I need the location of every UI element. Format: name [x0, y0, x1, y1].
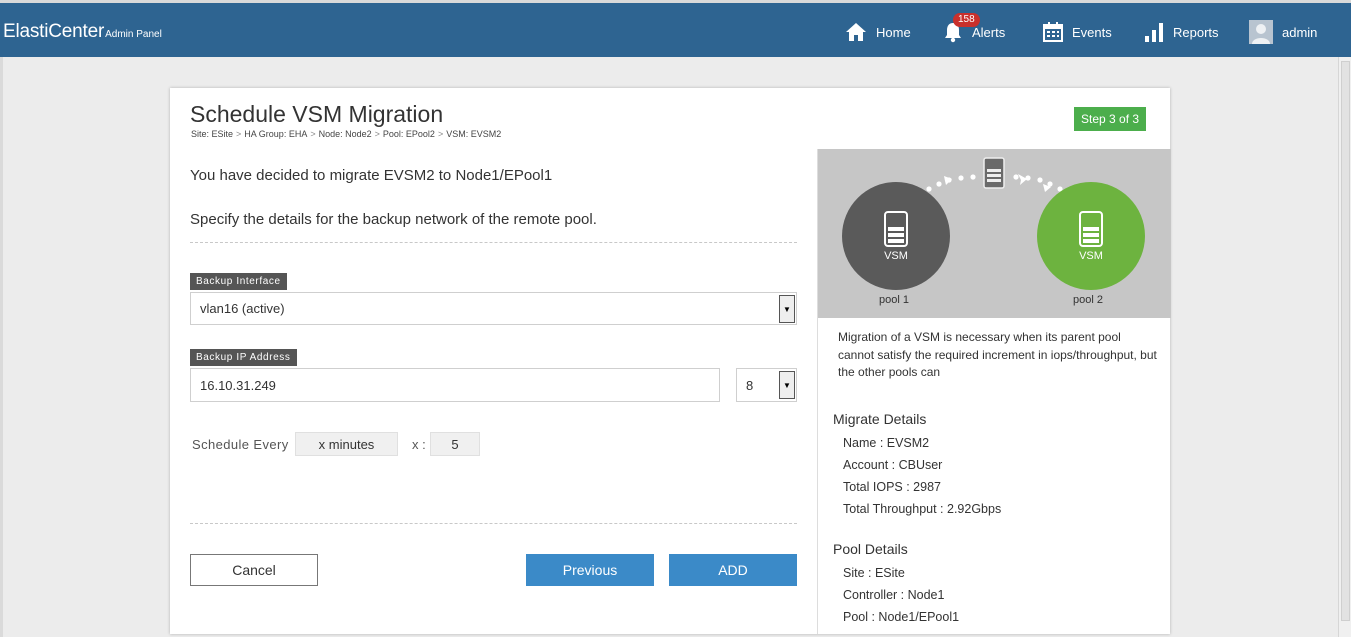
alerts-count-badge: 158: [953, 13, 980, 27]
divider-top: [190, 242, 797, 243]
migration-card: Schedule VSM Migration Site: ESite > HA Gr…: [170, 88, 1171, 634]
breadcrumb: Site: ESite > HA Group: EHA > Node: Node2 > Po…: [191, 129, 502, 139]
bar-chart-icon: [1144, 22, 1164, 42]
migrate-details-heading: Migrate Details: [833, 411, 927, 427]
migration-info-panel: VSM VSM pool 1 pool 2 Migration of a VSM…: [817, 149, 1171, 634]
pool-name: Pool : Node1/EPool1: [843, 610, 960, 624]
home-icon: [845, 22, 867, 42]
pool-site: Site : ESite: [843, 566, 905, 580]
schedule-x-label: x :: [412, 437, 426, 452]
nav-reports-label: Reports: [1173, 24, 1219, 40]
server-icon: [1079, 210, 1103, 247]
instruction-text: Specify the details for the backup netwo…: [190, 211, 597, 228]
backup-interface-select[interactable]: vlan16 (active) ▼: [190, 292, 797, 325]
netmask-select[interactable]: 8 ▼: [736, 368, 797, 402]
pool-controller: Controller : Node1: [843, 588, 945, 602]
migrate-throughput: Total Throughput : 2.92Gbps: [843, 502, 1002, 516]
nav-alerts[interactable]: 158 Alerts: [943, 13, 1006, 46]
server-icon: [884, 210, 908, 247]
user-avatar: [1249, 20, 1273, 44]
vertical-scrollbar[interactable]: [1338, 57, 1351, 637]
migrate-account: Account : CBUser: [843, 458, 943, 472]
brand-subtitle: Admin Panel: [105, 29, 162, 40]
chevron-down-icon[interactable]: ▼: [779, 295, 795, 323]
backup-ip-label: Backup IP Address: [190, 349, 297, 366]
target-vsm-label: VSM: [1079, 249, 1103, 262]
page-left-border: [0, 57, 3, 637]
backup-interface-label: Backup Interface: [190, 273, 287, 290]
cancel-button[interactable]: Cancel: [190, 554, 318, 586]
breadcrumb-node[interactable]: Node: Node2: [319, 129, 372, 139]
nav-alerts-label: Alerts: [972, 24, 1006, 40]
backup-interface-value: vlan16 (active): [200, 301, 285, 316]
migration-description: Migration of a VSM is necessary when its…: [838, 330, 1157, 379]
add-button[interactable]: ADD: [669, 554, 797, 586]
chevron-down-icon[interactable]: ▼: [779, 371, 795, 399]
nav-user-menu[interactable]: admin: [1249, 18, 1317, 46]
breadcrumb-ha-group[interactable]: HA Group: EHA: [244, 129, 307, 139]
schedule-value-input[interactable]: 5: [430, 432, 480, 456]
previous-button[interactable]: Previous: [526, 554, 654, 586]
breadcrumb-site[interactable]: Site: ESite: [191, 129, 233, 139]
calendar-icon: [1043, 22, 1063, 42]
migration-diagram: VSM VSM pool 1 pool 2: [818, 149, 1171, 318]
page-title: Schedule VSM Migration: [190, 101, 444, 127]
nav-events[interactable]: Events: [1043, 18, 1112, 46]
schedule-unit-select[interactable]: x minutes: [295, 432, 398, 456]
migration-summary: You have decided to migrate EVSM2 to Nod…: [190, 167, 553, 184]
backup-ip-value: 16.10.31.249: [200, 377, 276, 393]
breadcrumb-pool[interactable]: Pool: EPool2: [383, 129, 435, 139]
source-pool-name: pool 1: [879, 294, 909, 306]
pool-details-heading: Pool Details: [833, 541, 908, 557]
brand-name: ElastiCenter: [3, 21, 105, 42]
migrate-iops: Total IOPS : 2987: [843, 480, 941, 494]
target-pool-node: VSM: [1037, 182, 1145, 290]
nav-events-label: Events: [1072, 24, 1112, 40]
source-pool-node: VSM: [842, 182, 950, 290]
scrollbar-thumb[interactable]: [1341, 61, 1350, 621]
nav-home-label: Home: [876, 24, 911, 40]
nav-reports[interactable]: Reports: [1144, 18, 1219, 46]
target-pool-name: pool 2: [1073, 294, 1103, 306]
top-navbar: ElastiCenterAdmin Panel Home 158 Alerts …: [0, 0, 1351, 57]
nav-home[interactable]: Home: [845, 18, 911, 46]
nav-user-label: admin: [1282, 24, 1318, 40]
migrate-name: Name : EVSM2: [843, 436, 930, 450]
brand-logo[interactable]: ElastiCenterAdmin Panel: [3, 21, 162, 43]
divider-bottom: [190, 523, 797, 524]
backup-ip-input[interactable]: 16.10.31.249: [190, 368, 720, 402]
breadcrumb-vsm[interactable]: VSM: EVSM2: [446, 129, 501, 139]
schedule-label: Schedule Every: [192, 437, 289, 452]
bell-icon: 158: [943, 13, 980, 43]
step-badge: Step 3 of 3: [1074, 107, 1147, 131]
source-vsm-label: VSM: [884, 249, 908, 262]
netmask-value: 8: [746, 377, 754, 393]
